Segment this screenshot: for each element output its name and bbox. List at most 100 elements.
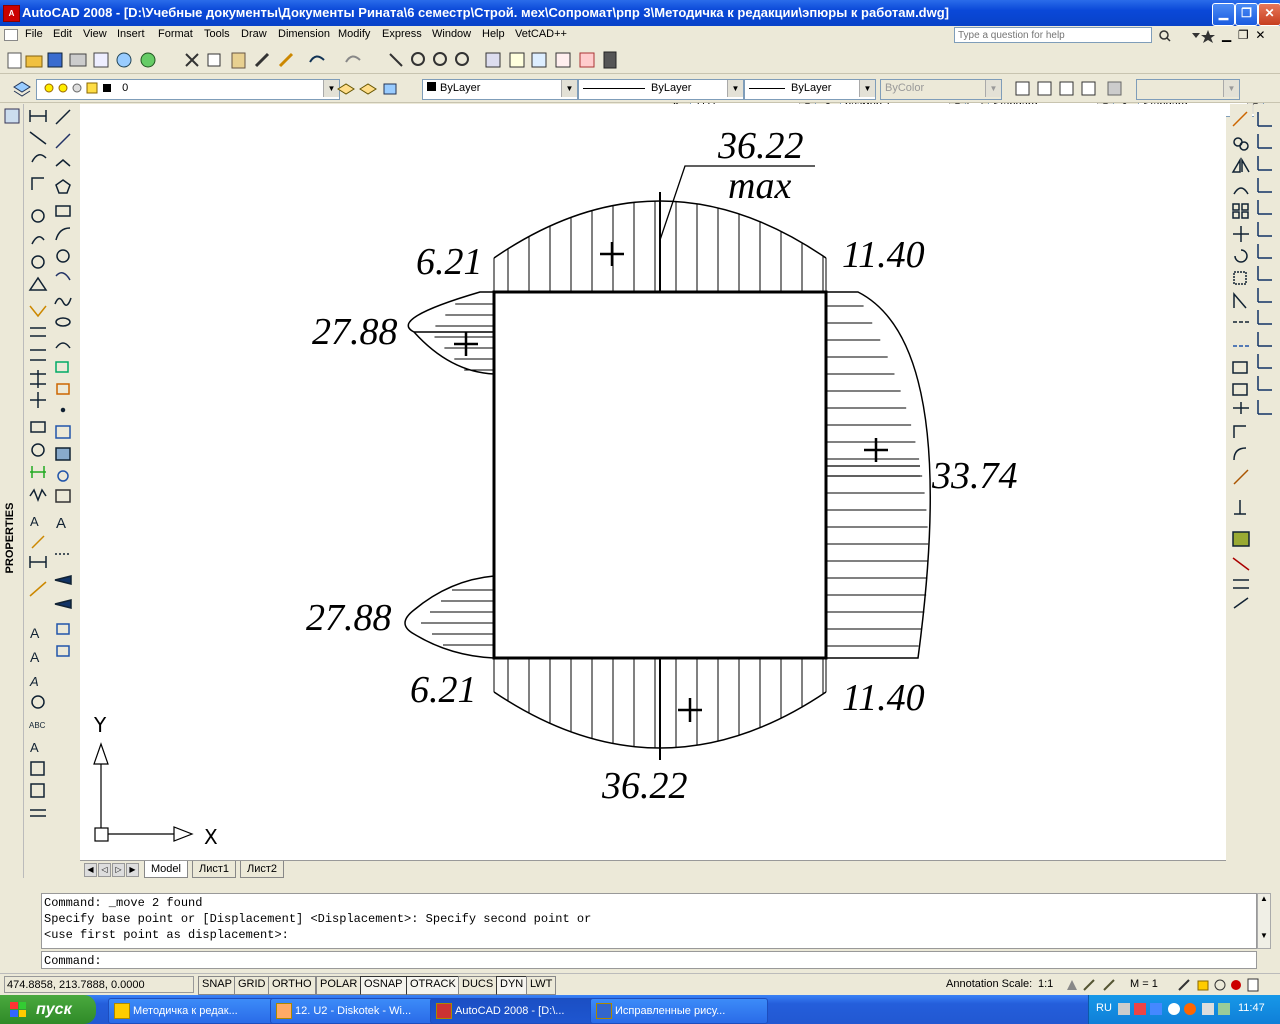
task-explorer[interactable]: Методичка к редак...: [108, 998, 288, 1024]
menu-draw[interactable]: Draw: [241, 28, 267, 40]
matchprop-icon: [254, 52, 270, 68]
modify-toolbar-icons[interactable]: [1230, 104, 1252, 614]
label-right: 33.74: [931, 455, 1018, 497]
menu-vetcad[interactable]: VetCAD++: [515, 28, 567, 40]
left-upper-epure[interactable]: [407, 291, 495, 375]
maximize-button[interactable]: ❐: [1235, 3, 1258, 26]
drawing-svg[interactable]: 36.22 max 6.21 11.40 27.88 33.74 27.88 6…: [80, 104, 1226, 860]
tab-first-button[interactable]: ◀: [84, 863, 97, 877]
tray-settings-icons[interactable]: [1176, 976, 1276, 994]
scale-icon: [1233, 271, 1247, 285]
line-icon: [55, 109, 71, 125]
task-word[interactable]: Исправленные рису...: [590, 998, 768, 1024]
multiline-text-icon: A: [56, 515, 66, 532]
command-history-line: Command: _move 2 found: [44, 896, 203, 910]
tab-next-button[interactable]: ▷: [112, 863, 125, 877]
express-wipe-icon: [54, 599, 72, 609]
label-top-max-word: max: [728, 165, 791, 207]
layer-select[interactable]: 0 ▼: [36, 79, 340, 100]
edit-text-icon: A: [29, 674, 39, 689]
dimension-toolbar-icons[interactable]: A A A A ABC A: [26, 104, 50, 824]
autocad-app-icon[interactable]: A: [3, 5, 20, 22]
command-history-line: <use first point as displacement>:: [44, 928, 289, 942]
help-tools[interactable]: [1156, 28, 1216, 44]
annotation-scale-value[interactable]: 1:1: [1038, 978, 1053, 990]
ucs-toolbar-icons[interactable]: [1254, 104, 1276, 434]
drawing-area[interactable]: 36.22 max 6.21 11.40 27.88 33.74 27.88 6…: [80, 104, 1226, 860]
annotation-tools[interactable]: [1064, 976, 1124, 994]
tab-last-button[interactable]: ▶: [126, 863, 139, 877]
grid-toggle[interactable]: GRID: [234, 976, 270, 995]
status-warning-icon: [1231, 980, 1241, 990]
menu-insert[interactable]: Insert: [117, 28, 145, 40]
language-indicator[interactable]: RU: [1096, 1002, 1112, 1014]
standard-toolbar: A 1111▼ размер 1▼ Standard▼ Standard▼: [0, 46, 1280, 117]
linetype-select[interactable]: ByLayer ▼: [578, 79, 744, 100]
command-history[interactable]: Command: _move 2 found Specify base point…: [41, 893, 1257, 949]
tab-model[interactable]: Model: [144, 861, 188, 878]
ucs-previous-icon: [1257, 156, 1272, 171]
menu-file[interactable]: File: [25, 28, 43, 40]
baseline-icon: [30, 327, 46, 337]
dyn-toggle[interactable]: DYN: [496, 976, 528, 995]
tab-layout2[interactable]: Лист2: [240, 861, 285, 878]
frame-rectangle[interactable]: [492, 290, 828, 660]
layer-properties-manager-icon[interactable]: [12, 79, 36, 99]
menu-view[interactable]: View: [83, 28, 107, 40]
make-block-icon: [56, 383, 70, 395]
left-lower-epure[interactable]: [404, 575, 495, 659]
otrack-toggle[interactable]: OTRACK: [406, 976, 460, 995]
doc-window-controls[interactable]: ▁ ❐ ✕: [1222, 28, 1265, 42]
properties-palette-label[interactable]: PROPERTIES: [4, 492, 20, 584]
task-autocad[interactable]: AutoCAD 2008 - [D:\...: [430, 998, 608, 1024]
draw-toolbar-icons[interactable]: A: [51, 104, 75, 670]
tool-palettes-icon: [531, 52, 547, 68]
menu-window[interactable]: Window: [432, 28, 471, 40]
title-bar[interactable]: A AutoCAD 2008 - [D:\Учебные документы\Д…: [0, 0, 1280, 26]
document-icon[interactable]: [4, 29, 18, 41]
ortho-toggle[interactable]: ORTHO: [268, 976, 316, 995]
word-icon: [596, 1003, 612, 1019]
paste-icon: [231, 52, 246, 69]
mscale-value[interactable]: M = 1: [1130, 978, 1158, 990]
ucs-apply-icon: [1257, 376, 1272, 391]
command-scrollbar[interactable]: ▲ ▼: [1257, 893, 1271, 949]
region-icon: [57, 470, 69, 482]
color-swatch: [427, 82, 436, 91]
command-history-line: Specify base point or [Displacement] <Di…: [44, 912, 592, 926]
express-fill-icon: [54, 575, 72, 585]
layer-tool-icons[interactable]: [336, 79, 406, 99]
chamfer-icon: [1233, 425, 1246, 438]
command-line-input[interactable]: Command:: [41, 951, 1257, 969]
table-icon: [55, 489, 71, 503]
snap-toggle[interactable]: SNAP: [198, 976, 236, 995]
polar-toggle[interactable]: POLAR: [316, 976, 362, 995]
task-player[interactable]: 12. U2 - Diskotek - Wi...: [270, 998, 448, 1024]
center-mark-icon: [31, 443, 45, 457]
tab-layout1[interactable]: Лист1: [192, 861, 237, 878]
close-button[interactable]: ✕: [1258, 3, 1280, 26]
ducs-toggle[interactable]: DUCS: [458, 976, 498, 995]
color-select[interactable]: ByLayer ▼: [422, 79, 578, 100]
player-icon: [276, 1003, 292, 1019]
tray-icons[interactable]: [1116, 1000, 1236, 1018]
menu-format[interactable]: Format: [158, 28, 193, 40]
tab-prev-button[interactable]: ◁: [98, 863, 111, 877]
publish-icon: [116, 52, 132, 68]
menu-express[interactable]: Express: [382, 28, 422, 40]
lineweight-select[interactable]: ByLayer ▼: [744, 79, 876, 100]
minimize-button[interactable]: ▁: [1212, 3, 1235, 26]
viewport-tool-icons[interactable]: [1014, 79, 1134, 99]
menu-tools[interactable]: Tools: [204, 28, 230, 40]
lwt-toggle[interactable]: LWT: [526, 976, 557, 995]
osnap-toggle[interactable]: OSNAP: [360, 976, 407, 995]
menu-edit[interactable]: Edit: [53, 28, 72, 40]
menu-help[interactable]: Help: [482, 28, 505, 40]
coordinates-readout[interactable]: 474.8858, 213.7888, 0.0000: [4, 976, 194, 993]
menu-modify[interactable]: Modify: [338, 28, 370, 40]
bottom-epure[interactable]: [493, 658, 827, 760]
menu-dimension[interactable]: Dimension: [278, 28, 330, 40]
standard-toolbar-icons[interactable]: [6, 50, 666, 70]
right-epure[interactable]: [826, 291, 931, 659]
help-search-input[interactable]: [954, 27, 1152, 43]
